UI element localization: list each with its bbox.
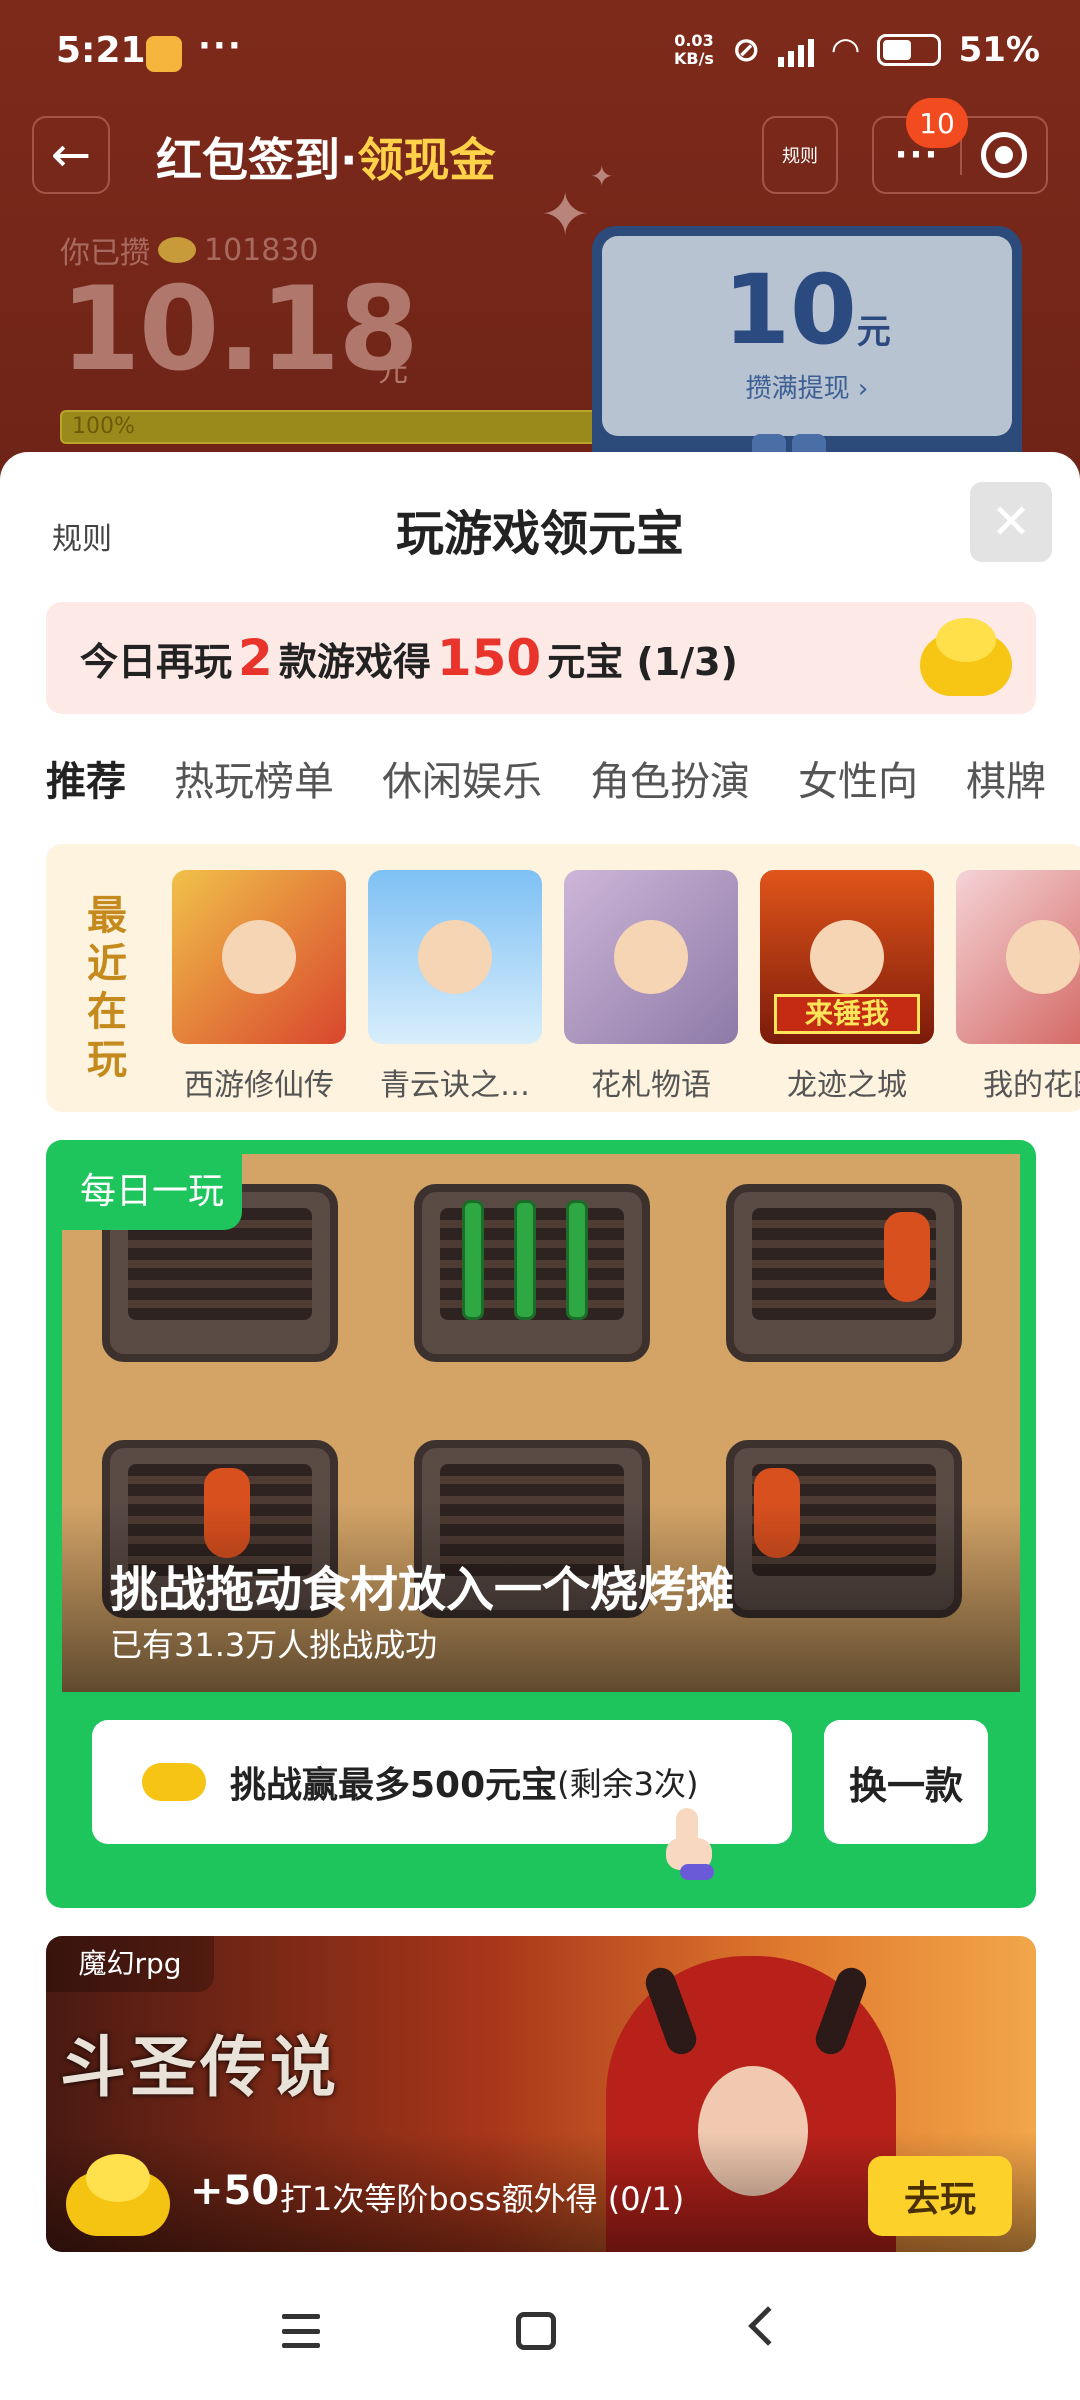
progress-bar: 100% <box>60 410 600 444</box>
pointer-hand-icon <box>662 1808 718 1880</box>
sparkle-small-icon: ✦ <box>590 160 614 193</box>
rpg-tag: 魔幻rpg <box>46 1936 214 1992</box>
recent-games: 最近在玩 西游修仙传 青云诀之… 花札物语 来锤我 龙迹之城 我的花园 <box>46 844 1080 1112</box>
system-nav-bar <box>0 2264 1080 2400</box>
games-sheet: 规则 玩游戏领元宝 ✕ 今日再玩 2 款游戏得 150 元宝 (1/3) 推荐 … <box>0 452 1080 2264</box>
game-item[interactable]: 我的花园 <box>956 870 1080 1104</box>
sheet-title: 玩游戏领元宝 <box>395 506 684 562</box>
task-reward: 150 <box>436 629 542 687</box>
tab-recommend[interactable]: 推荐 <box>46 742 126 822</box>
notification-app-icon <box>146 36 182 72</box>
back-button[interactable]: ← <box>32 116 110 194</box>
gold-ingot-icon <box>142 1763 206 1801</box>
game-thumbnail: 来锤我 <box>760 870 934 1044</box>
rpg-game-card[interactable]: 魔幻rpg 斗圣传说 +50 打1次等阶boss额外得 (0/1) 去玩 <box>46 1936 1036 2252</box>
tab-rpg[interactable]: 角色扮演 <box>590 742 750 822</box>
tab-board[interactable]: 棋牌 <box>966 742 1046 822</box>
game-item[interactable]: 花札物语 <box>564 870 738 1104</box>
close-button[interactable]: ✕ <box>970 482 1052 562</box>
daily-subtitle: 已有31.3万人挑战成功 <box>110 1626 438 1664</box>
page-title: 红包签到·领现金 <box>156 133 496 187</box>
game-thumbnail <box>368 870 542 1044</box>
grill <box>726 1184 962 1362</box>
wifi-icon: ◠ <box>832 30 859 70</box>
close-icon: ✕ <box>990 494 1032 550</box>
recent-apps-button[interactable] <box>282 2314 320 2348</box>
status-more: ··· <box>198 26 243 66</box>
network-speed: 0.03 KB/s <box>673 31 714 68</box>
play-button[interactable]: 去玩 <box>868 2156 1012 2236</box>
category-tabs: 推荐 热玩榜单 休闲娱乐 角色扮演 女性向 棋牌 <box>46 742 1080 822</box>
game-thumbnail <box>956 870 1080 1044</box>
game-item[interactable]: 西游修仙传 <box>172 870 346 1104</box>
system-back-button[interactable] <box>748 2306 788 2346</box>
grill <box>414 1184 650 1362</box>
battery-percent: 51% <box>958 30 1040 70</box>
status-bar: 5:21 ··· 0.03 KB/s ⊘ ◠ 51% <box>0 0 1080 108</box>
recent-label: 最近在玩 <box>87 893 127 1083</box>
game-item[interactable]: 青云诀之… <box>368 870 542 1104</box>
swap-game-button[interactable]: 换一款 <box>824 1720 988 1844</box>
gold-ingot-icon <box>918 612 1014 700</box>
notification-badge: 10 <box>906 98 968 148</box>
mute-icon: ⊘ <box>731 30 761 70</box>
saved-amount: 10.18 <box>60 262 419 397</box>
rules-button[interactable]: 规则 <box>762 116 838 194</box>
gold-ingot-icon <box>66 2152 170 2236</box>
signal-icon <box>778 33 815 67</box>
target-icon <box>981 132 1027 178</box>
arrow-left-icon: ← <box>50 127 92 183</box>
status-time: 5:21 <box>56 30 146 71</box>
coin-icon <box>158 237 196 263</box>
home-button[interactable] <box>516 2312 556 2350</box>
task-games-count: 2 <box>238 629 273 687</box>
close-miniapp-button[interactable] <box>962 132 1046 178</box>
daily-game-card: 挑战拖动食材放入一个烧烤摊 已有31.3万人挑战成功 每日一玩 挑战赢最多500… <box>46 1140 1036 1908</box>
rpg-reward: +50 <box>190 2168 280 2214</box>
rpg-game-logo: 斗圣传说 <box>60 2028 340 2106</box>
task-banner: 今日再玩 2 款游戏得 150 元宝 (1/3) <box>46 602 1036 714</box>
withdraw-link[interactable]: 攒满提现 › <box>602 368 1012 405</box>
rpg-task-desc: 打1次等阶boss额外得 (0/1) <box>280 2180 685 2218</box>
game-item[interactable]: 来锤我 龙迹之城 <box>760 870 934 1104</box>
withdraw-amount: 10元 <box>723 254 891 366</box>
sparkle-icon: ✦ <box>540 180 591 250</box>
tab-casual[interactable]: 休闲娱乐 <box>382 742 542 822</box>
tab-hot[interactable]: 热玩榜单 <box>174 742 334 822</box>
game-thumbnail <box>172 870 346 1044</box>
daily-caption: 挑战拖动食材放入一个烧烤摊 <box>110 1562 735 1618</box>
game-thumbnail <box>564 870 738 1044</box>
withdraw-card[interactable]: 10元 攒满提现 › <box>592 226 1022 486</box>
battery-icon <box>876 34 941 66</box>
daily-tag: 每日一玩 <box>62 1154 242 1230</box>
daily-game-image[interactable]: 挑战拖动食材放入一个烧烤摊 已有31.3万人挑战成功 <box>62 1154 1020 1692</box>
saved-amount-unit: 元 <box>378 354 408 389</box>
tab-female[interactable]: 女性向 <box>798 742 918 822</box>
